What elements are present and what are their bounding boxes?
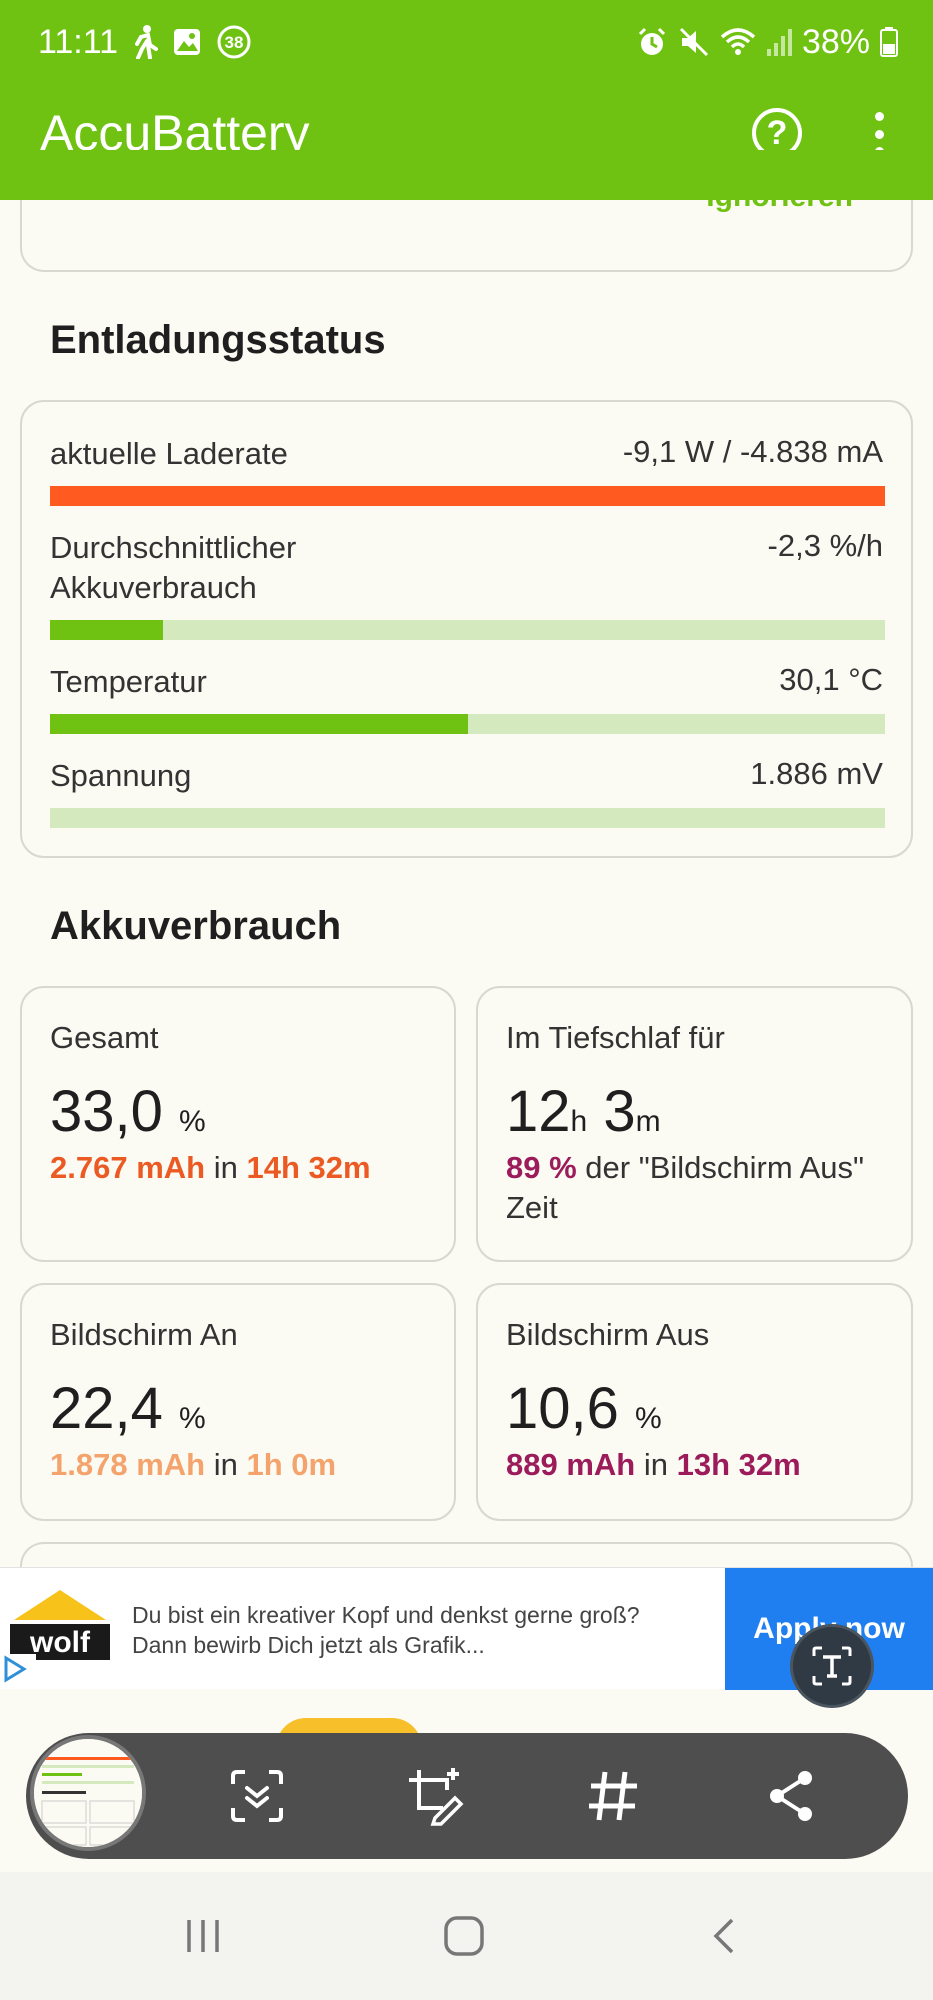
- back-icon[interactable]: [696, 1908, 756, 1964]
- alarm-icon: [636, 26, 668, 58]
- deep-sleep-card[interactable]: Im Tiefschlaf für 12h 3m 89 % der "Bilds…: [476, 986, 913, 1262]
- discharge-section-title: Entladungsstatus: [50, 318, 386, 362]
- screen-on-mah: 1.878 mAh: [50, 1447, 206, 1482]
- screen-off-value: 10,6 %: [506, 1376, 662, 1441]
- screen-on-detail: 1.878 mAh in 1h 0m: [50, 1447, 337, 1482]
- ad-text: Du bist ein kreativer Kopf und denkst ge…: [132, 1600, 640, 1660]
- home-icon[interactable]: [434, 1908, 494, 1964]
- badge-38-icon: 38: [216, 24, 252, 60]
- total-duration: 14h 32m: [246, 1150, 371, 1185]
- screen-on-card[interactable]: Bildschirm An 22,4 % 1.878 mAh in 1h 0m: [20, 1283, 456, 1521]
- adchoices-icon[interactable]: [0, 1654, 36, 1688]
- walk-icon: [132, 25, 159, 59]
- discharge-row-value: 30,1 °C: [779, 662, 883, 697]
- status-bar: 11:11 38 38%: [38, 20, 898, 64]
- usage-section-title: Akkuverbrauch: [50, 904, 342, 948]
- total-value: 33,0 %: [50, 1079, 206, 1144]
- discharge-row-label: Temperatur: [50, 664, 207, 699]
- discharge-card: aktuelle Laderate -9,1 W / -4.838 mA Dur…: [20, 400, 913, 858]
- discharge-row-value: -9,1 W / -4.838 mA: [622, 434, 883, 469]
- deep-sleep-pct: 89 %: [506, 1150, 577, 1185]
- screen-on-label: Bildschirm An: [50, 1317, 238, 1352]
- deep-sleep-value: 12h 3m: [506, 1079, 661, 1144]
- status-time: 11:11: [38, 22, 119, 61]
- total-label: Gesamt: [50, 1020, 159, 1055]
- recents-icon[interactable]: [173, 1908, 233, 1964]
- battery-percent: 38%: [801, 22, 870, 61]
- signal-icon: [766, 27, 792, 57]
- discharge-row-label: Spannung: [50, 758, 192, 793]
- temperature-bar-fill: [50, 714, 468, 734]
- total-mah: 2.767 mAh: [50, 1150, 206, 1185]
- screen-off-mah: 889 mAh: [506, 1447, 636, 1482]
- avg-usage-bar: [50, 620, 885, 640]
- deep-sleep-detail: 89 % der "Bildschirm Aus" Zeit: [506, 1150, 865, 1225]
- discharge-row-value: -2,3 %/h: [767, 528, 883, 563]
- svg-text:38: 38: [225, 33, 244, 52]
- ad-line-1: Du bist ein kreativer Kopf und denkst ge…: [132, 1602, 640, 1628]
- scroll-capture-icon[interactable]: [222, 1761, 292, 1831]
- extract-text-icon[interactable]: [790, 1624, 874, 1708]
- wolf-logo: wolf: [6, 1590, 114, 1662]
- screen-on-value: 22,4 %: [50, 1376, 206, 1441]
- screen-on-duration: 1h 0m: [246, 1447, 337, 1482]
- screen-off-detail: 889 mAh in 13h 32m: [506, 1447, 801, 1482]
- discharge-row-label: Durchschnittlicher Akkuverbrauch: [50, 530, 297, 605]
- app-bar-overlap: [0, 150, 933, 200]
- edit-crop-icon[interactable]: [400, 1761, 470, 1831]
- battery-icon: [880, 27, 898, 57]
- share-icon[interactable]: [756, 1761, 826, 1831]
- discharge-row-label: aktuelle Laderate: [50, 436, 288, 471]
- image-icon: [172, 27, 202, 57]
- screenshot-thumbnail[interactable]: [30, 1735, 146, 1851]
- total-usage-card[interactable]: Gesamt 33,0 % 2.767 mAh in 14h 32m: [20, 986, 456, 1262]
- charge-rate-bar: [50, 486, 885, 506]
- hashtag-icon[interactable]: [578, 1761, 648, 1831]
- avg-usage-bar-fill: [50, 620, 163, 640]
- screenshot-toolbar: [26, 1733, 908, 1859]
- total-detail: 2.767 mAh in 14h 32m: [50, 1150, 371, 1185]
- deep-sleep-label: Im Tiefschlaf für: [506, 1020, 725, 1055]
- charge-rate-bar-fill: [50, 486, 885, 506]
- ad-line-2: Dann bewirb Dich jetzt als Grafik...: [132, 1632, 485, 1658]
- screen-off-duration: 13h 32m: [676, 1447, 801, 1482]
- temperature-bar: [50, 714, 885, 734]
- screen-off-label: Bildschirm Aus: [506, 1317, 710, 1352]
- mute-icon: [678, 26, 710, 58]
- svg-text:wolf: wolf: [29, 1626, 91, 1659]
- discharge-row-value: 1.886 mV: [750, 756, 883, 791]
- system-nav-bar: [0, 1872, 933, 2000]
- screen-off-card[interactable]: Bildschirm Aus 10,6 % 889 mAh in 13h 32m: [476, 1283, 913, 1521]
- voltage-bar: [50, 808, 885, 828]
- wifi-icon: [720, 27, 756, 57]
